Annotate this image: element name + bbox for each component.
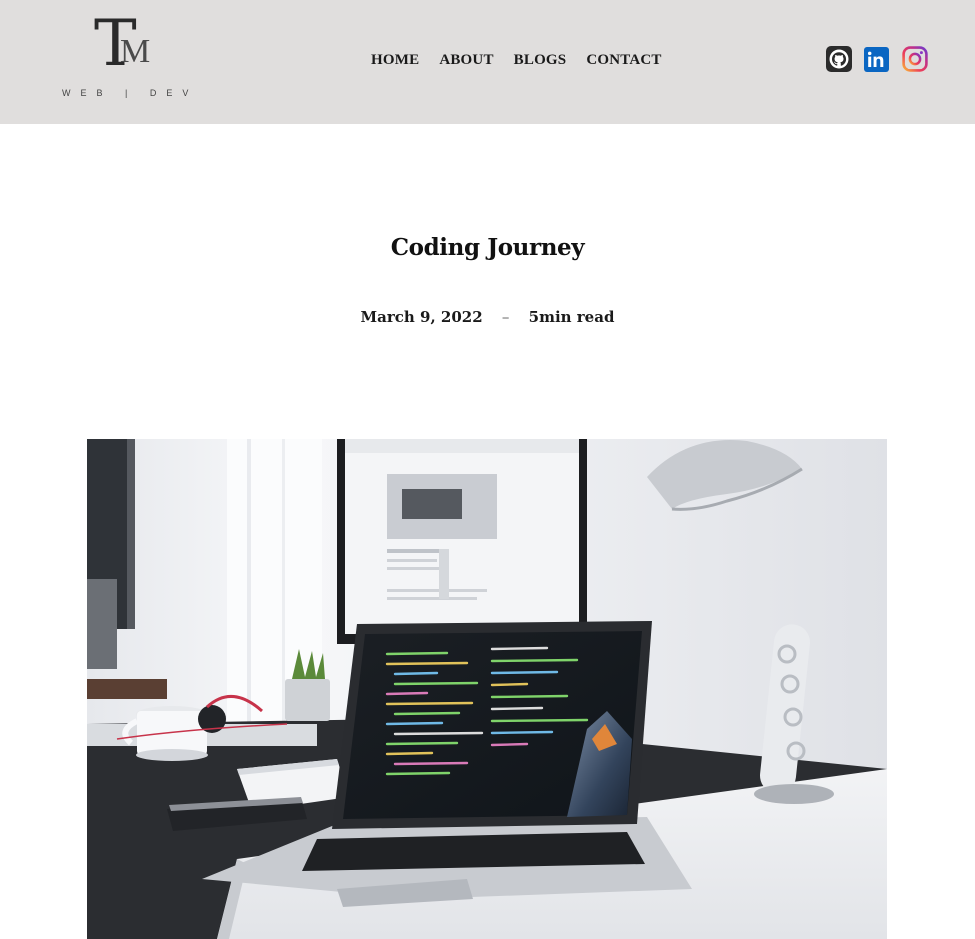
nav-blogs[interactable]: BLOGS	[514, 52, 567, 69]
github-icon[interactable]	[826, 46, 852, 72]
logo-tagline: WEB | DEV	[62, 88, 199, 98]
logo-letter-m: M	[120, 33, 151, 70]
article-meta: March 9, 2022 – 5min read	[0, 308, 975, 326]
meta-separator: –	[501, 308, 510, 326]
hero-image	[87, 439, 887, 939]
site-logo[interactable]: T M WEB | DEV	[62, 8, 199, 102]
nav-about[interactable]: ABOUT	[439, 52, 493, 69]
nav-home[interactable]: HOME	[371, 52, 419, 69]
logo-monogram: T M	[92, 8, 162, 80]
linkedin-icon[interactable]	[864, 47, 889, 72]
hero-illustration	[87, 439, 887, 939]
article-date: March 9, 2022	[360, 308, 483, 326]
linkedin-icon-glyph	[867, 51, 884, 67]
site-header: T M WEB | DEV HOME ABOUT BLOGS CONTACT	[0, 0, 975, 124]
github-icon-glyph	[829, 49, 849, 69]
article-title: Coding Journey	[390, 234, 585, 261]
nav-contact[interactable]: CONTACT	[586, 52, 661, 69]
article-read-time: 5min read	[528, 308, 615, 326]
main-nav: HOME ABOUT BLOGS CONTACT	[371, 52, 662, 69]
instagram-icon-glyph	[902, 46, 928, 72]
instagram-icon[interactable]	[902, 46, 928, 72]
